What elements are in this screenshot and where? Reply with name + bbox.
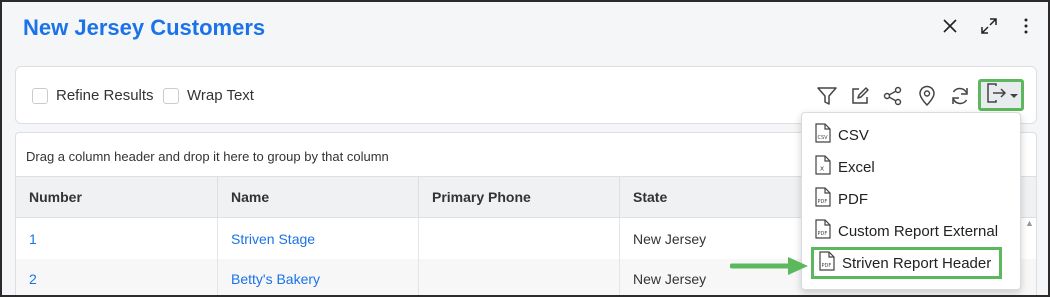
export-menu-item-label: PDF — [838, 190, 868, 208]
filter-icon[interactable] — [814, 83, 840, 109]
column-header-primary-phone[interactable]: Primary Phone — [419, 177, 620, 219]
export-menu-item-label: Custom Report External — [838, 222, 999, 240]
close-icon[interactable] — [936, 12, 964, 40]
cell-name[interactable]: Betty's Bakery — [218, 259, 419, 295]
export-menu-item-label: CSV — [838, 126, 869, 144]
excel-file-icon: x — [814, 155, 832, 179]
pdf-file-icon: PDF — [814, 187, 832, 211]
export-menu-item-label: Excel — [838, 158, 875, 176]
export-menu-item-label: Striven Report Header — [842, 254, 992, 272]
share-icon[interactable] — [880, 83, 906, 109]
wrap-text-label: Wrap Text — [187, 87, 254, 104]
refine-results-option[interactable]: Refine Results — [32, 87, 154, 104]
cell-name[interactable]: Striven Stage — [218, 219, 419, 259]
wrap-text-checkbox[interactable] — [163, 87, 179, 104]
cell-primary-phone — [419, 259, 620, 295]
svg-text:PDF: PDF — [818, 231, 828, 237]
app-window: New Jersey Customers Refine Results Wrap… — [0, 0, 1050, 297]
export-menu-item-pdf[interactable]: PDF PDF — [814, 185, 868, 213]
svg-text:PDF: PDF — [822, 263, 832, 269]
location-pin-icon[interactable] — [914, 83, 940, 109]
callout-arrow-icon — [729, 256, 810, 281]
export-menu-item-excel[interactable]: x Excel — [814, 153, 875, 181]
export-icon — [985, 82, 1007, 109]
pdf-file-icon: PDF — [818, 251, 836, 275]
export-menu-item-csv[interactable]: CSV CSV — [814, 121, 869, 149]
csv-file-icon: CSV — [814, 123, 832, 147]
cell-primary-phone — [419, 219, 620, 259]
export-button[interactable] — [978, 79, 1024, 111]
refresh-icon[interactable] — [947, 83, 973, 109]
svg-text:x: x — [820, 165, 824, 173]
chevron-down-icon — [1009, 86, 1018, 104]
scroll-up-arrow-icon[interactable]: ▲ — [1025, 218, 1035, 238]
svg-text:PDF: PDF — [818, 199, 828, 205]
column-header-number[interactable]: Number — [16, 177, 218, 219]
cell-number[interactable]: 2 — [16, 259, 218, 295]
export-menu-item-striven-report-header[interactable]: PDF Striven Report Header — [811, 247, 1003, 279]
expand-icon[interactable] — [975, 12, 1003, 40]
export-menu-item-custom-report-external[interactable]: PDF Custom Report External — [814, 217, 998, 245]
pdf-file-icon: PDF — [814, 219, 832, 243]
export-menu: CSV CSV x Excel PDF PDF PDF Custom Repor… — [801, 112, 1021, 290]
svg-text:CSV: CSV — [818, 135, 829, 141]
refine-results-checkbox[interactable] — [32, 87, 48, 104]
edit-icon[interactable] — [847, 83, 873, 109]
cell-state: New Jersey — [633, 231, 707, 247]
page-title: New Jersey Customers — [23, 15, 266, 40]
column-header-name[interactable]: Name — [218, 177, 419, 219]
column-header-state[interactable]: State — [620, 177, 820, 219]
group-by-drop-zone[interactable]: Drag a column header and drop it here to… — [26, 149, 389, 164]
cell-number[interactable]: 1 — [16, 219, 218, 259]
wrap-text-option[interactable]: Wrap Text — [163, 87, 254, 104]
kebab-menu-icon[interactable] — [1012, 12, 1040, 40]
refine-results-label: Refine Results — [56, 87, 154, 104]
